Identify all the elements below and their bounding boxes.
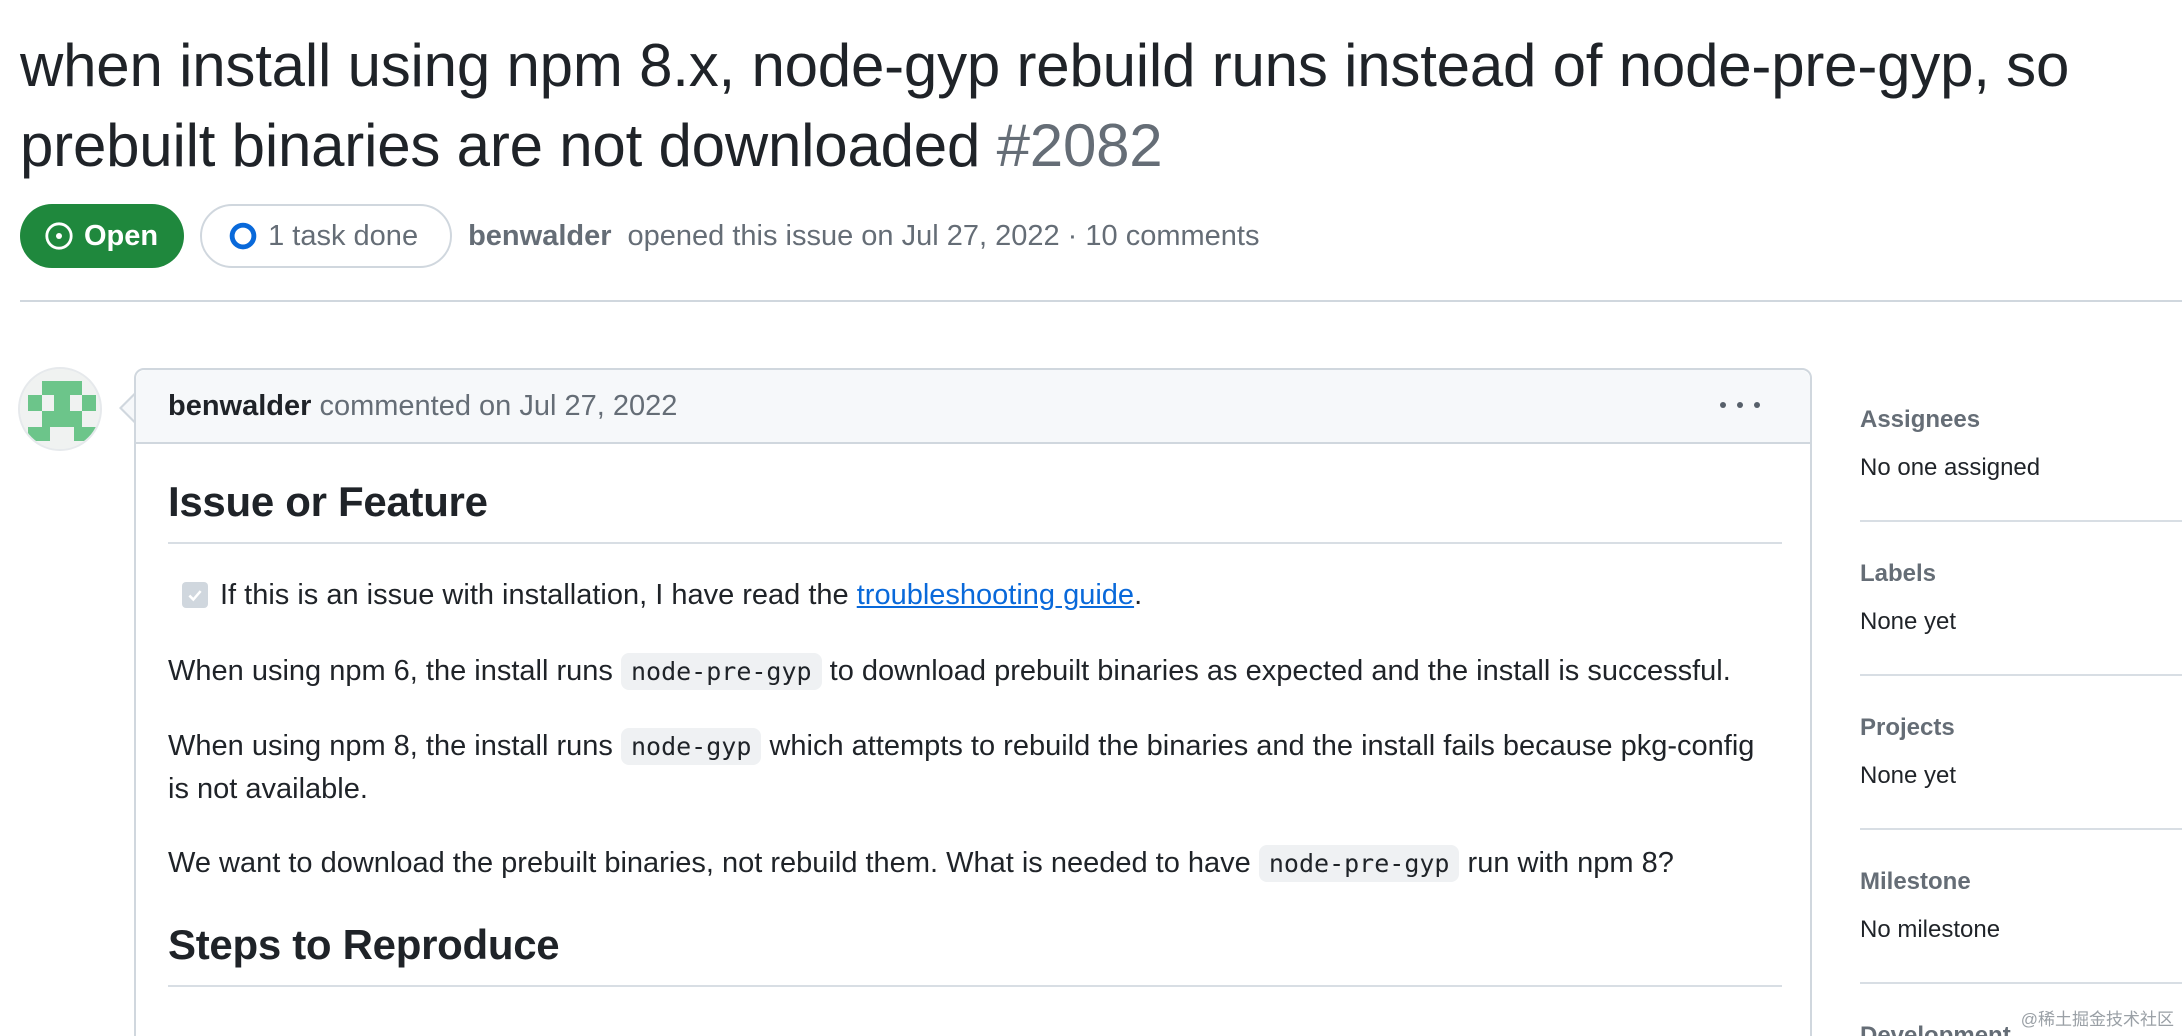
issue-author-link[interactable]: benwalder xyxy=(468,220,611,253)
labels-label[interactable]: Labels xyxy=(1860,560,1936,588)
issue-opened-icon xyxy=(44,221,74,251)
development-label[interactable]: Development xyxy=(1860,1022,2011,1036)
code-node-pre-gyp-2: node-pre-gyp xyxy=(1258,845,1460,882)
task-text: If this is an issue with installation, I… xyxy=(220,579,849,611)
sidebar-labels[interactable]: Labels None yet xyxy=(1860,522,2182,676)
sidebar-assignees[interactable]: Assignees No one assigned xyxy=(1860,398,2182,522)
comment-box: benwalder commented on Jul 27, 2022 Issu… xyxy=(134,368,1812,1036)
sidebar-projects[interactable]: Projects None yet xyxy=(1860,676,2182,830)
watermark: @稀土掘金技术社区 xyxy=(2020,1010,2174,1029)
issue-number: #2082 xyxy=(996,112,1163,179)
kebab-menu-icon[interactable] xyxy=(1720,390,1760,420)
task-progress-pill[interactable]: 1 task done xyxy=(200,204,453,268)
code-node-gyp: node-gyp xyxy=(620,728,762,765)
sidebar-milestone[interactable]: Milestone No milestone xyxy=(1860,830,2182,984)
comment-author-link[interactable]: benwalder xyxy=(168,390,311,423)
task-progress-text: 1 task done xyxy=(268,219,419,252)
p3-text-a: We want to download the prebuilt binarie… xyxy=(168,847,1251,879)
issue-meta-row: Open 1 task done benwalder opened this i… xyxy=(20,203,1259,269)
paragraph-npm6: When using npm 6, the install runs node-… xyxy=(168,650,1782,693)
comment-header: benwalder commented on Jul 27, 2022 xyxy=(136,370,1810,444)
p1-text-a: When using npm 6, the install runs xyxy=(168,655,613,687)
comment-body: Issue or Feature If this is an issue wit… xyxy=(168,474,1782,1017)
state-label: Open xyxy=(84,219,159,252)
heading-issue-or-feature: Issue or Feature xyxy=(168,474,1782,544)
milestone-value: No milestone xyxy=(1860,916,2001,943)
task-circle-icon xyxy=(228,221,258,251)
heading-steps-to-reproduce: Steps to Reproduce xyxy=(168,917,1782,987)
paragraph-npm8: When using npm 8, the install runs node-… xyxy=(168,725,1782,810)
projects-value: None yet xyxy=(1860,762,1957,789)
avatar[interactable] xyxy=(18,367,102,451)
milestone-label[interactable]: Milestone xyxy=(1860,868,1971,896)
projects-label[interactable]: Projects xyxy=(1860,714,1955,742)
checked-checkbox-icon xyxy=(182,582,208,608)
issue-page: when install using npm 8.x, node-gyp reb… xyxy=(0,0,2182,1036)
p1-text-b: to download prebuilt binaries as expecte… xyxy=(829,655,1731,687)
paragraph-want: We want to download the prebuilt binarie… xyxy=(168,842,1782,885)
state-badge-open: Open xyxy=(20,204,185,268)
header-divider xyxy=(20,300,2182,302)
p2-text-a: When using npm 8, the install runs xyxy=(168,730,613,762)
p3-text-b: run with npm 8? xyxy=(1467,847,1674,879)
task-list-item: If this is an issue with installation, I… xyxy=(168,574,1782,616)
troubleshooting-guide-link[interactable]: troubleshooting guide xyxy=(857,579,1134,611)
task-text-end: . xyxy=(1134,579,1143,611)
comment-timestamp[interactable]: commented on Jul 27, 2022 xyxy=(319,390,677,423)
issue-opened-text: opened this issue on Jul 27, 2022 · 10 c… xyxy=(627,219,1260,252)
issue-title: when install using npm 8.x, node-gyp reb… xyxy=(20,26,2160,186)
assignees-value: No one assigned xyxy=(1860,454,2041,481)
code-node-pre-gyp: node-pre-gyp xyxy=(620,653,822,690)
assignees-label[interactable]: Assignees xyxy=(1860,406,1980,434)
labels-value: None yet xyxy=(1860,608,1957,635)
issue-sidebar: Assignees No one assigned Labels None ye… xyxy=(1860,398,2182,1036)
